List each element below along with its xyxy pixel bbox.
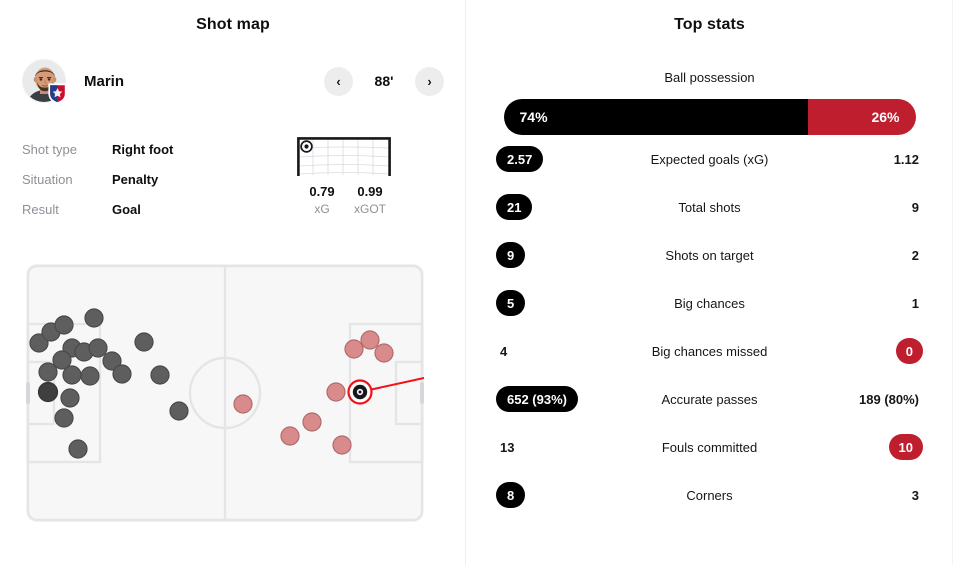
stat-home-side: 8 <box>496 482 616 508</box>
chevron-left-icon: ‹ <box>336 73 341 89</box>
pitch-shot-map[interactable] <box>26 264 424 522</box>
shot-map-panel: Shot map Marin ‹ 88' › Shot type Right f… <box>0 0 466 565</box>
stat-away-value: 9 <box>911 199 919 215</box>
detail-row-shot-type: Shot type Right foot <box>22 134 272 164</box>
stat-away-value: 189 (80%) <box>859 391 919 407</box>
stat-row: 8 Corners 3 <box>466 471 953 519</box>
stat-label: Big chances missed <box>651 343 768 359</box>
stat-home-value: 2.57 <box>496 146 544 172</box>
stat-home-value: 21 <box>496 194 533 220</box>
stat-row: 4 Big chances missed 0 <box>466 327 953 375</box>
possession-label: Ball possession <box>664 70 755 85</box>
stat-home-side: 9 <box>496 242 616 268</box>
metric-key: xGOT <box>354 202 386 216</box>
possession-home-segment: 74% <box>503 99 809 135</box>
stat-label: Accurate passes <box>661 391 758 407</box>
stat-away-value: 1.12 <box>893 151 919 167</box>
stats-list: Ball possession 74% 26% 2.57 Expected go… <box>466 62 953 519</box>
chevron-right-icon: › <box>427 73 432 89</box>
stat-away-value: 2 <box>911 247 919 263</box>
stat-home-value: 8 <box>496 482 526 508</box>
stat-home-value: 9 <box>496 242 526 268</box>
stat-away-side: 9 <box>803 200 923 215</box>
player-header: Marin ‹ 88' › <box>22 58 444 105</box>
stat-home-side: 21 <box>496 194 616 220</box>
detail-label: Result <box>22 201 59 217</box>
detail-row-result: Result Goal <box>22 194 272 224</box>
stat-home-side: 5 <box>496 290 616 316</box>
stat-row: 2.57 Expected goals (xG) 1.12 <box>466 135 953 183</box>
detail-value: Goal <box>112 201 141 217</box>
match-stats-screen: Shot map Marin ‹ 88' › Shot type Right f… <box>0 0 953 565</box>
stat-away-value: 1 <box>911 295 919 311</box>
team-crest-icon <box>48 83 67 105</box>
stat-away-side: 1.12 <box>803 152 923 167</box>
shot-map-title: Shot map <box>196 16 270 33</box>
stat-label: Corners <box>686 487 733 503</box>
metric-key: xG <box>314 202 330 216</box>
stat-away-value: 10 <box>888 434 923 460</box>
stat-away-value: 0 <box>895 338 923 364</box>
metric-value: 0.99 <box>357 184 383 199</box>
possession-away-value: 26% <box>871 109 900 125</box>
ball-icon <box>300 140 313 153</box>
stat-row: 652 (93%) Accurate passes 189 (80%) <box>466 375 953 423</box>
stat-home-value: 652 (93%) <box>496 386 578 412</box>
stat-home-value: 13 <box>500 439 515 455</box>
possession-away-segment: 26% <box>808 99 916 135</box>
metric-xg: 0.79 xG <box>298 184 346 216</box>
possession-bar: 74% 26% <box>503 99 916 135</box>
goal-net-graphic <box>297 137 391 176</box>
detail-row-situation: Situation Penalty <box>22 164 272 194</box>
stat-home-side: 13 <box>496 440 616 455</box>
detail-label: Situation <box>22 171 73 187</box>
detail-value: Penalty <box>112 171 159 187</box>
stat-row: 13 Fouls committed 10 <box>466 423 953 471</box>
stat-row: 5 Big chances 1 <box>466 279 953 327</box>
possession-home-value: 74% <box>519 109 548 125</box>
shot-minute: 88' <box>374 73 394 89</box>
stat-away-side: 0 <box>803 338 923 364</box>
top-stats-panel: Top stats Ball possession 74% 26% 2.57 E… <box>466 0 953 565</box>
stat-label: Expected goals (xG) <box>650 151 769 167</box>
stat-away-side: 1 <box>803 296 923 311</box>
stat-row: 21 Total shots 9 <box>466 183 953 231</box>
stat-label: Big chances <box>674 295 745 311</box>
stat-label: Shots on target <box>665 247 754 263</box>
detail-label: Shot type <box>22 141 77 157</box>
stat-row: 9 Shots on target 2 <box>466 231 953 279</box>
prev-shot-button[interactable]: ‹ <box>324 66 353 96</box>
pitch-graphic <box>26 264 424 522</box>
stat-away-side: 10 <box>803 434 923 460</box>
stat-away-value: 3 <box>911 487 919 503</box>
goal-metrics: 0.79 xG 0.99 xGOT <box>298 184 394 216</box>
stat-away-side: 189 (80%) <box>803 392 923 407</box>
shot-details: Shot type Right foot Situation Penalty R… <box>22 134 272 224</box>
stat-away-side: 2 <box>803 248 923 263</box>
stat-home-side: 4 <box>496 344 616 359</box>
stat-home-value: 4 <box>500 343 508 359</box>
stat-home-side: 2.57 <box>496 146 616 172</box>
next-shot-button[interactable]: › <box>415 66 444 96</box>
metric-value: 0.79 <box>309 184 335 199</box>
metric-xgot: 0.99 xGOT <box>346 184 394 216</box>
stat-label: Total shots <box>678 199 741 215</box>
shot-navigation: ‹ 88' › <box>324 66 444 96</box>
goal-frame-diagram: 0.79 xG 0.99 xGOT <box>296 136 446 216</box>
player-name: Marin <box>84 72 125 90</box>
stat-away-side: 3 <box>803 488 923 503</box>
detail-value: Right foot <box>112 141 174 157</box>
stat-home-value: 5 <box>496 290 526 316</box>
home-shot-marker-emphasis <box>37 381 59 403</box>
avatar[interactable] <box>22 59 67 105</box>
selected-shot-marker <box>347 379 373 405</box>
stat-home-side: 652 (93%) <box>496 386 616 412</box>
top-stats-title: Top stats <box>674 16 745 33</box>
stat-label: Fouls committed <box>661 439 758 455</box>
